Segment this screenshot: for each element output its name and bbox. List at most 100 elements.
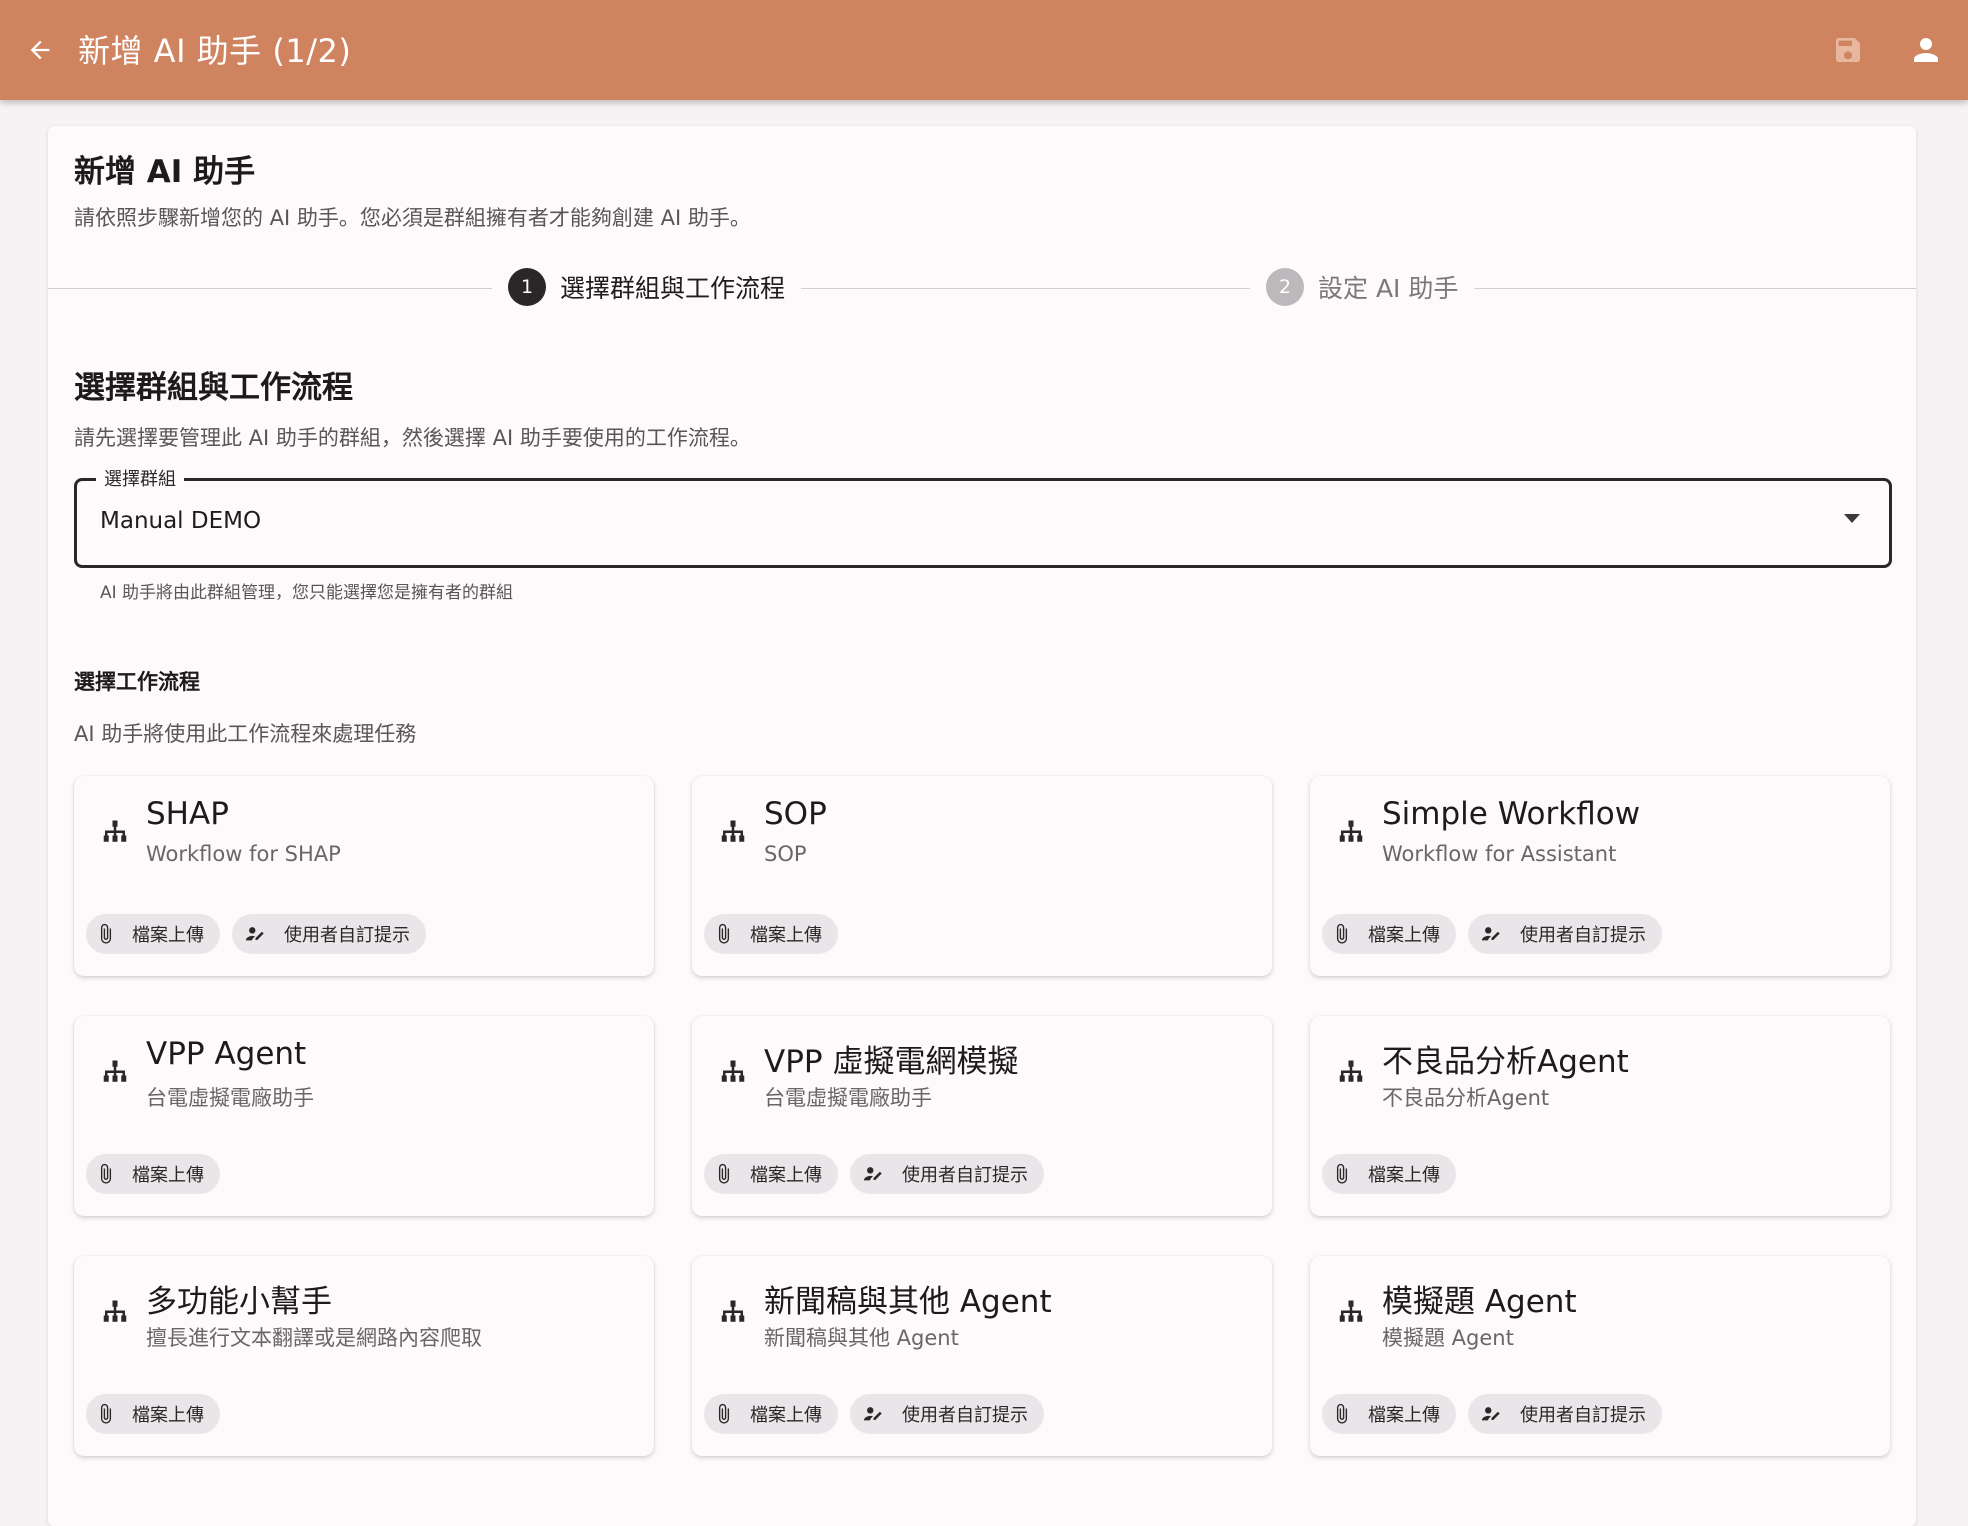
- step-label: 設定 AI 助手: [1318, 274, 1459, 303]
- section-subtitle: 請先選擇要管理此 AI 助手的群組，然後選擇 AI 助手要使用的工作流程。: [74, 426, 751, 450]
- main-card: 新增 AI 助手 請依照步驟新增您的 AI 助手。您必須是群組擁有者才能夠創建 …: [48, 126, 1916, 1526]
- workflow-name: 不良品分析Agent: [1382, 1044, 1629, 1080]
- chip-label: 檔案上傳: [1368, 1405, 1440, 1426]
- paperclip-icon: [98, 1163, 124, 1185]
- page-title: 新增 AI 助手: [74, 154, 256, 190]
- workflow-card[interactable]: 新聞稿與其他 Agent 新聞稿與其他 Agent 檔案上傳 使用者自訂提示: [692, 1256, 1272, 1456]
- save-icon: [1836, 38, 1860, 62]
- workflow-section-title: 選擇工作流程: [74, 670, 200, 694]
- workflow-card[interactable]: 不良品分析Agent 不良品分析Agent 檔案上傳: [1310, 1016, 1890, 1216]
- workflow-description: Workflow for SHAP: [146, 842, 341, 866]
- workflow-chips: 檔案上傳 使用者自訂提示: [1322, 1394, 1662, 1434]
- step-number: 2: [1266, 268, 1304, 306]
- group-select-helper: AI 助手將由此群組管理，您只能選擇您是擁有者的群組: [100, 583, 514, 603]
- app-bar: 新增 AI 助手 (1/2): [0, 0, 1968, 100]
- workflow-chips: 檔案上傳: [86, 1154, 220, 1194]
- chip-label: 檔案上傳: [132, 1405, 204, 1426]
- chip-label: 使用者自訂提示: [1520, 925, 1646, 946]
- chip-label: 檔案上傳: [750, 925, 822, 946]
- workflow-section-subtitle: AI 助手將使用此工作流程來處理任務: [74, 722, 417, 746]
- user-edit-icon: [244, 923, 276, 945]
- custom-prompt-chip: 使用者自訂提示: [1468, 914, 1662, 954]
- back-button[interactable]: [24, 32, 56, 68]
- custom-prompt-chip: 使用者自訂提示: [850, 1394, 1044, 1434]
- sitemap-icon: [100, 1058, 130, 1088]
- workflow-description: 不良品分析Agent: [1382, 1086, 1550, 1110]
- workflow-card[interactable]: 多功能小幫手擅長進行文本翻譯或是網路內容爬取檔案上傳: [74, 1256, 654, 1456]
- chip-label: 使用者自訂提示: [902, 1405, 1028, 1426]
- arrow-left-icon: [30, 40, 50, 60]
- workflow-card[interactable]: SOP SOP 檔案上傳: [692, 776, 1272, 976]
- workflow-name: Simple Workflow: [1382, 796, 1641, 832]
- step-number: 1: [508, 268, 546, 306]
- sitemap-icon: [718, 1298, 748, 1328]
- workflow-name: 模擬題 Agent: [1382, 1284, 1577, 1320]
- workflow-chips: 檔案上傳: [1322, 1154, 1456, 1194]
- chip-label: 檔案上傳: [750, 1405, 822, 1426]
- account-button[interactable]: [1908, 32, 1944, 68]
- user-edit-icon: [862, 1163, 894, 1185]
- chip-label: 檔案上傳: [750, 1165, 822, 1186]
- file-upload-chip: 檔案上傳: [704, 914, 838, 954]
- workflow-name: 多功能小幫手: [146, 1284, 332, 1320]
- sitemap-icon: [718, 818, 748, 848]
- workflow-card[interactable]: SHAP Workflow for SHAP 檔案上傳 使用者自訂提示: [74, 776, 654, 976]
- chip-label: 使用者自訂提示: [284, 925, 410, 946]
- paperclip-icon: [98, 1403, 124, 1425]
- sitemap-icon: [718, 1058, 748, 1088]
- paperclip-icon: [98, 923, 124, 945]
- paperclip-icon: [716, 1163, 742, 1185]
- chip-label: 檔案上傳: [1368, 925, 1440, 946]
- caret-down-icon[interactable]: [1844, 514, 1860, 523]
- custom-prompt-chip: 使用者自訂提示: [232, 914, 426, 954]
- step-1[interactable]: 1 選擇群組與工作流程: [492, 268, 802, 306]
- sitemap-icon: [1336, 1298, 1366, 1328]
- sitemap-icon: [100, 1298, 130, 1328]
- sitemap-icon: [1336, 818, 1366, 848]
- workflow-chips: 檔案上傳 使用者自訂提示: [1322, 914, 1662, 954]
- paperclip-icon: [1334, 1163, 1360, 1185]
- workflow-card[interactable]: VPP Agent 台電虛擬電廠助手檔案上傳: [74, 1016, 654, 1216]
- chip-label: 使用者自訂提示: [902, 1165, 1028, 1186]
- group-select-value[interactable]: Manual DEMO: [100, 508, 261, 534]
- stepper-divider: [48, 288, 1916, 289]
- paperclip-icon: [716, 923, 742, 945]
- workflow-card[interactable]: VPP 虛擬電網模擬 台電虛擬電廠助手 檔案上傳 使用者自訂提示: [692, 1016, 1272, 1216]
- paperclip-icon: [1334, 1403, 1360, 1425]
- workflow-description: 台電虛擬電廠助手: [146, 1086, 314, 1110]
- file-upload-chip: 檔案上傳: [1322, 914, 1456, 954]
- workflow-description: 台電虛擬電廠助手: [764, 1086, 932, 1110]
- group-select-label: 選擇群組: [96, 465, 184, 491]
- workflow-chips: 檔案上傳 使用者自訂提示: [704, 1394, 1044, 1434]
- workflow-name: SHAP: [146, 796, 229, 832]
- step-2[interactable]: 2 設定 AI 助手: [1250, 268, 1475, 306]
- file-upload-chip: 檔案上傳: [86, 1154, 220, 1194]
- custom-prompt-chip: 使用者自訂提示: [850, 1154, 1044, 1194]
- workflow-description: Workflow for Assistant: [1382, 842, 1617, 866]
- file-upload-chip: 檔案上傳: [1322, 1394, 1456, 1434]
- workflow-description: SOP: [764, 842, 807, 866]
- chip-label: 檔案上傳: [132, 1165, 204, 1186]
- workflow-description: 擅長進行文本翻譯或是網路內容爬取: [146, 1326, 482, 1350]
- workflow-name: SOP: [764, 796, 827, 832]
- workflow-chips: 檔案上傳 使用者自訂提示: [704, 1154, 1044, 1194]
- file-upload-chip: 檔案上傳: [86, 1394, 220, 1434]
- workflow-chips: 檔案上傳: [704, 914, 838, 954]
- sitemap-icon: [100, 818, 130, 848]
- file-upload-chip: 檔案上傳: [704, 1154, 838, 1194]
- step-label: 選擇群組與工作流程: [560, 274, 786, 303]
- workflow-description: 模擬題 Agent: [1382, 1326, 1514, 1350]
- workflow-chips: 檔案上傳 使用者自訂提示: [86, 914, 426, 954]
- save-button[interactable]: [1832, 34, 1864, 66]
- group-select[interactable]: [74, 478, 1892, 568]
- workflow-card[interactable]: Simple Workflow Workflow for Assistant 檔案上…: [1310, 776, 1890, 976]
- sitemap-icon: [1336, 1058, 1366, 1088]
- chip-label: 檔案上傳: [132, 925, 204, 946]
- workflow-name: VPP Agent: [146, 1036, 307, 1072]
- paperclip-icon: [1334, 923, 1360, 945]
- user-edit-icon: [862, 1403, 894, 1425]
- workflow-card[interactable]: 模擬題 Agent 模擬題 Agent 檔案上傳 使用者自訂提示: [1310, 1256, 1890, 1456]
- page-subtitle: 請依照步驟新增您的 AI 助手。您必須是群組擁有者才能夠創建 AI 助手。: [74, 206, 751, 230]
- paperclip-icon: [716, 1403, 742, 1425]
- file-upload-chip: 檔案上傳: [1322, 1154, 1456, 1194]
